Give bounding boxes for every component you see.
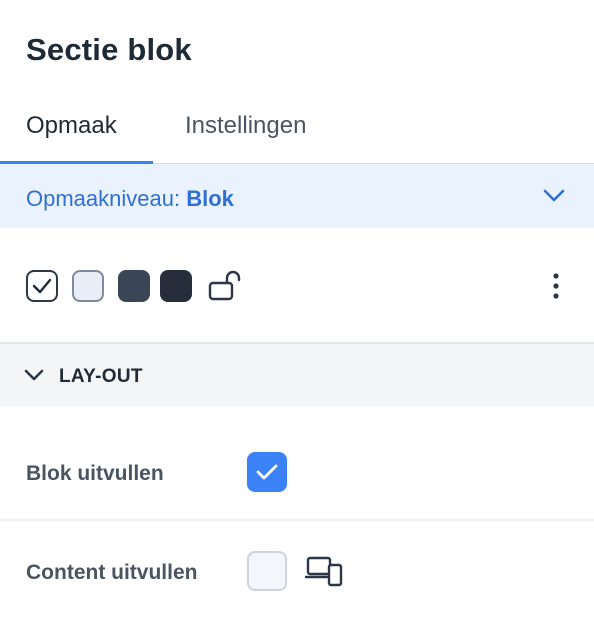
style-level-value: Blok bbox=[186, 186, 234, 211]
section-block-panel: Sectie blok Opmaak Instellingen Opmaakni… bbox=[0, 0, 594, 634]
layout-section-label: LAY-OUT bbox=[59, 366, 143, 387]
chevron-down-icon bbox=[24, 369, 44, 381]
swatch-dark[interactable] bbox=[118, 270, 150, 302]
swatch-light[interactable] bbox=[72, 270, 104, 302]
fill-block-label: Blok uitvullen bbox=[26, 462, 164, 485]
fill-content-row: Content uitvullen bbox=[0, 521, 594, 634]
responsive-devices-icon[interactable] bbox=[305, 555, 343, 587]
unlock-icon[interactable] bbox=[208, 270, 242, 302]
more-options-icon[interactable] bbox=[552, 272, 560, 300]
tab-opmaak[interactable]: Opmaak bbox=[26, 112, 117, 140]
layout-section-toggle[interactable]: LAY-OUT bbox=[0, 344, 594, 407]
swatch-darker[interactable] bbox=[160, 270, 192, 302]
style-level-text: Opmaakniveau: Blok bbox=[26, 186, 234, 212]
fill-block-checkbox[interactable] bbox=[247, 452, 287, 492]
fill-content-label: Content uitvullen bbox=[26, 561, 198, 584]
fill-content-checkbox[interactable] bbox=[247, 551, 287, 591]
check-icon bbox=[32, 278, 52, 294]
tab-bar: Opmaak Instellingen bbox=[0, 96, 594, 164]
fill-block-row: Blok uitvullen bbox=[0, 424, 594, 520]
check-icon bbox=[256, 464, 278, 480]
panel-title: Sectie blok bbox=[26, 32, 192, 67]
color-swatch-row bbox=[0, 228, 594, 342]
style-level-prefix: Opmaakniveau: bbox=[26, 186, 181, 211]
chevron-down-icon bbox=[543, 189, 565, 202]
style-level-dropdown[interactable]: Opmaakniveau: Blok bbox=[0, 164, 594, 228]
tab-instellingen[interactable]: Instellingen bbox=[185, 112, 306, 140]
swatch-white[interactable] bbox=[26, 270, 58, 302]
